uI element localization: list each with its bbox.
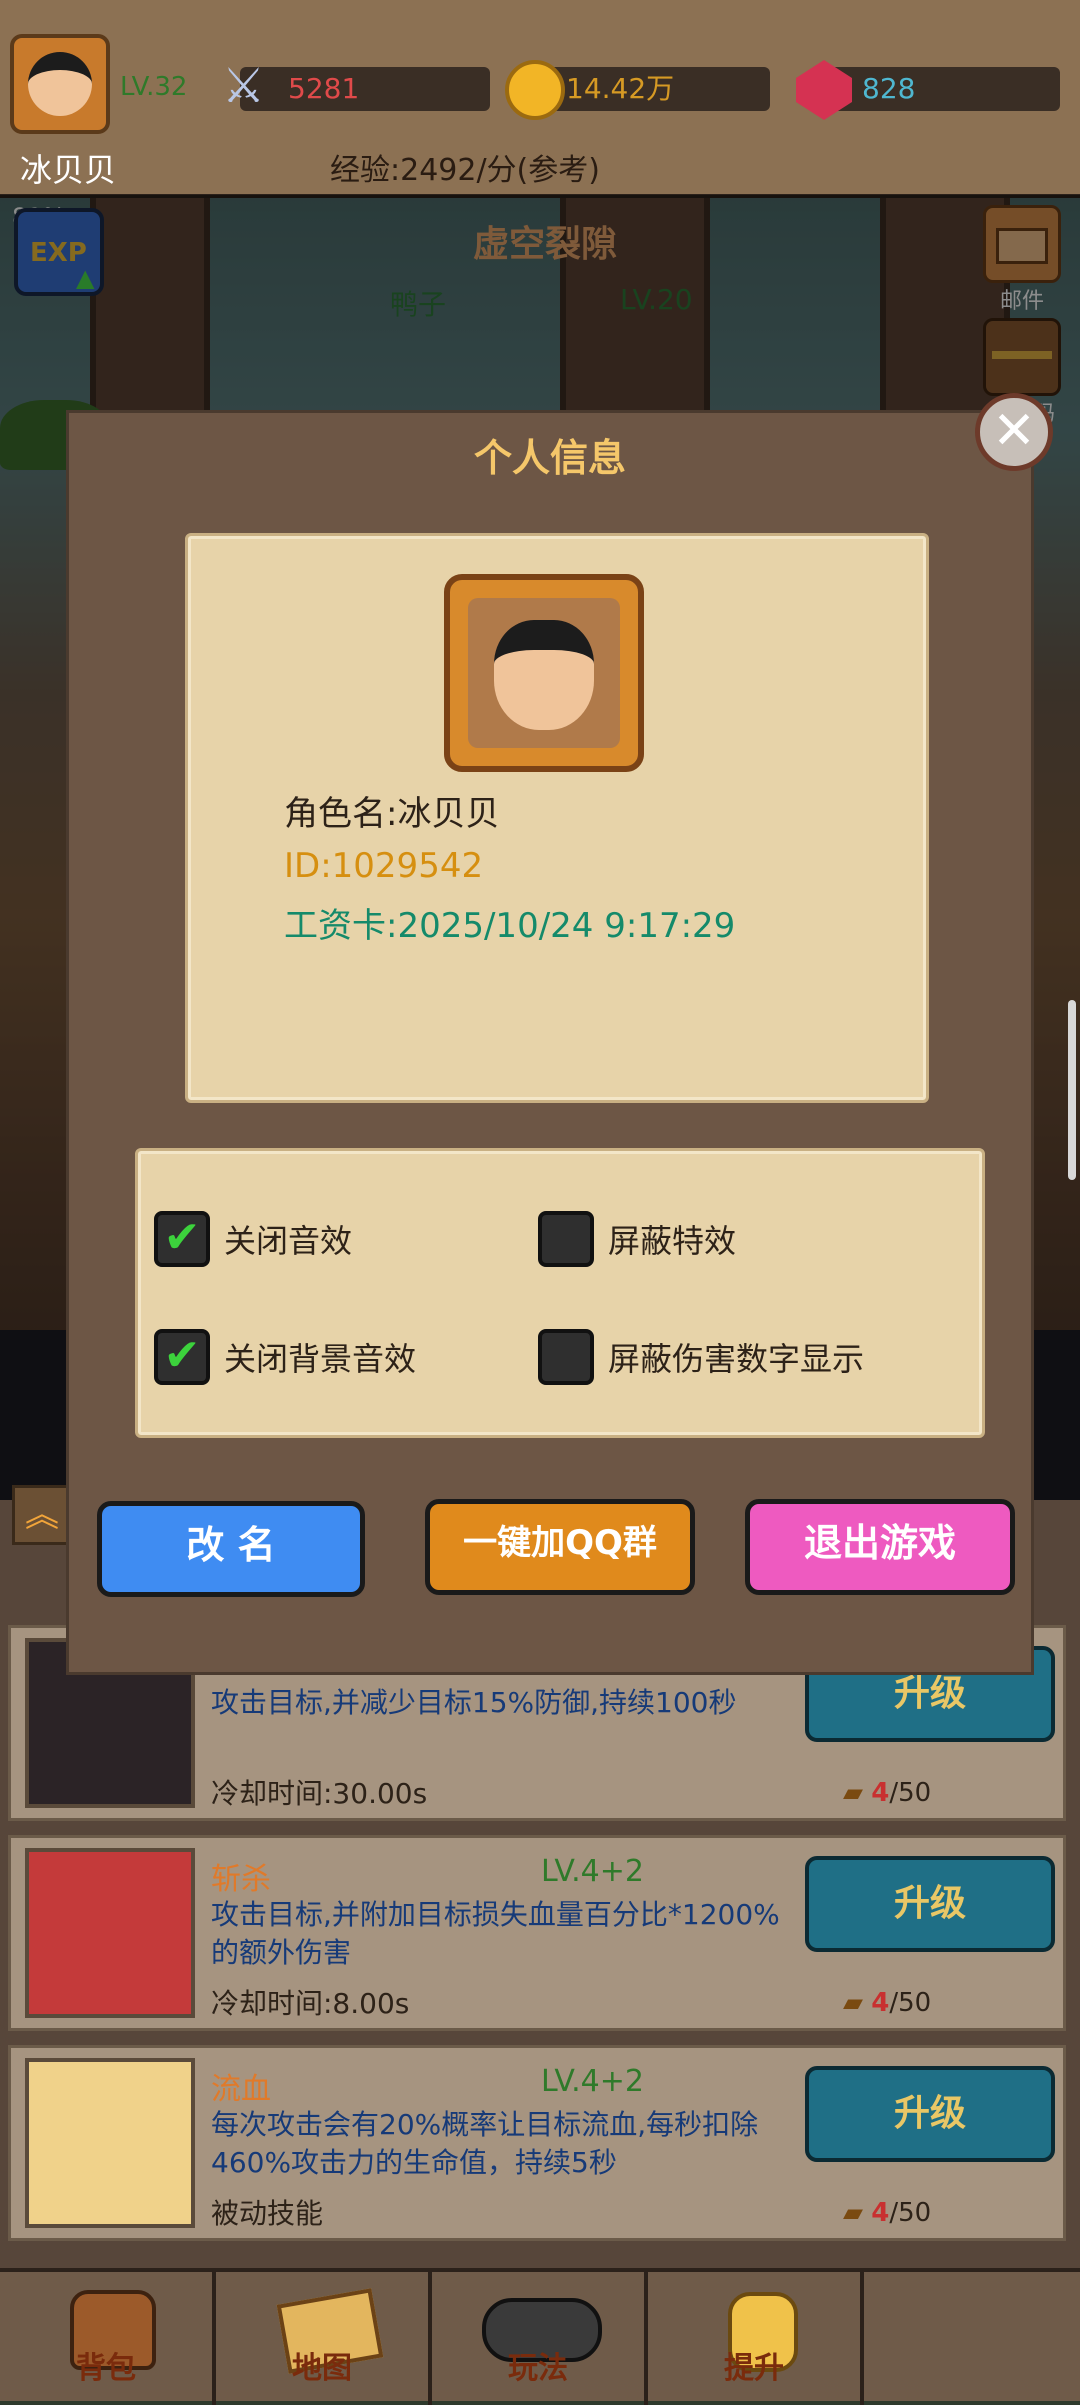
checkmark-icon: ✔	[163, 1212, 201, 1263]
bottom-nav: 背包 地图 玩法 提升	[0, 2268, 1080, 2405]
upgrade-button[interactable]: 升级	[805, 2066, 1055, 2162]
skill-desc: 攻击目标,并减少目标15%防御,持续100秒	[211, 1686, 737, 1719]
skill-card: 斩杀 LV.4+2 攻击目标,并附加目标损失血量百分比*1200%的额外伤害 冷…	[8, 1835, 1066, 2031]
option-mute-sfx[interactable]: ✔ 关闭音效	[154, 1211, 352, 1267]
profile-dialog: 个人信息 角色名:冰贝贝 ID:1029542 工资卡:2025/10/24 9…	[66, 410, 1034, 1675]
role-name: 角色名:冰贝贝	[284, 794, 500, 834]
checkbox-checked[interactable]: ✔	[154, 1211, 210, 1267]
checkbox-unchecked[interactable]	[538, 1211, 594, 1267]
option-hide-effects[interactable]: 屏蔽特效	[538, 1211, 736, 1267]
top-status-bar: LV.32 冰贝贝 经验:2492/分(参考) 5281 ⚔ 14.42万 82…	[0, 0, 1080, 198]
skill-cooldown: 冷却时间:8.00s	[211, 1987, 410, 2020]
checkbox-checked[interactable]: ✔	[154, 1329, 210, 1385]
gold-coin-icon	[505, 60, 565, 120]
power-value: 5281	[288, 72, 360, 105]
skill-desc: 攻击目标,并附加目标损失血量百分比*1200%的额外伤害	[211, 1898, 780, 1969]
option-mute-bgm[interactable]: ✔ 关闭背景音效	[154, 1329, 416, 1385]
player-level: LV.32	[120, 72, 188, 102]
gold-value: 14.42万	[566, 72, 675, 105]
skill-icon-execute	[25, 1848, 195, 2018]
nav-upgrade[interactable]: 提升	[648, 2272, 864, 2405]
power-box: 5281	[240, 67, 490, 111]
crossed-swords-icon: ⚔	[222, 58, 266, 114]
nav-gameplay[interactable]: 玩法	[432, 2272, 648, 2405]
player-avatar[interactable]	[10, 34, 110, 134]
nav-empty-slot	[864, 2272, 1080, 2405]
skill-cost: ▰ 4/50	[843, 1778, 932, 1808]
dialog-title: 个人信息	[473, 436, 626, 480]
scrollbar[interactable]	[1068, 1000, 1076, 1180]
nav-map[interactable]: 地图	[216, 2272, 432, 2405]
join-qq-group-button[interactable]: 一键加QQ群	[425, 1499, 695, 1595]
book-icon: ▰	[843, 1988, 863, 2018]
skill-cost: ▰ 4/50	[843, 1988, 932, 2018]
salary-card-expiry: 工资卡:2025/10/24 9:17:29	[284, 906, 736, 946]
skill-icon-bleed	[25, 2058, 195, 2228]
checkbox-unchecked[interactable]	[538, 1329, 594, 1385]
skill-level: LV.4+2	[541, 2064, 644, 2099]
quit-game-button[interactable]: 退出游戏	[745, 1499, 1015, 1595]
info-panel: 角色名:冰贝贝 ID:1029542 工资卡:2025/10/24 9:17:2…	[185, 533, 929, 1103]
skill-level: LV.4+2	[541, 1854, 644, 1889]
player-id: ID:1029542	[284, 846, 484, 886]
chevron-up-icon[interactable]: ︽	[12, 1485, 72, 1545]
player-name: 冰贝贝	[20, 151, 117, 189]
rename-button[interactable]: 改 名	[97, 1501, 365, 1597]
skill-name: 斩杀	[211, 1862, 271, 1897]
option-hide-damage-numbers[interactable]: 屏蔽伤害数字显示	[538, 1329, 864, 1385]
gem-box: 828	[820, 67, 1060, 111]
profile-avatar	[444, 574, 644, 772]
checkmark-icon: ✔	[163, 1330, 201, 1381]
book-icon: ▰	[843, 1778, 863, 1808]
skill-name: 流血	[211, 2072, 271, 2107]
skill-cost: ▰ 4/50	[843, 2198, 932, 2228]
skill-cooldown: 被动技能	[211, 2197, 324, 2230]
book-icon: ▰	[843, 2198, 863, 2228]
exp-rate: 经验:2492/分(参考)	[330, 153, 600, 188]
upgrade-button[interactable]: 升级	[805, 1856, 1055, 1952]
gem-value: 828	[862, 72, 916, 105]
skill-desc: 每次攻击会有20%概率让目标流血,每秒扣除460%攻击力的生命值，持续5秒	[211, 2108, 759, 2179]
skill-card: 流血 LV.4+2 每次攻击会有20%概率让目标流血,每秒扣除460%攻击力的生…	[8, 2045, 1066, 2241]
skill-cooldown: 冷却时间:30.00s	[211, 1777, 428, 1810]
gold-box: 14.42万	[530, 67, 770, 111]
close-icon[interactable]: ✕	[975, 393, 1053, 471]
avatar-face-icon	[28, 52, 92, 116]
nav-backpack[interactable]: 背包	[0, 2272, 216, 2405]
avatar-face-icon	[494, 620, 594, 730]
settings-panel: ✔ 关闭音效 屏蔽特效 ✔ 关闭背景音效 屏蔽伤害数字显示	[135, 1148, 985, 1438]
